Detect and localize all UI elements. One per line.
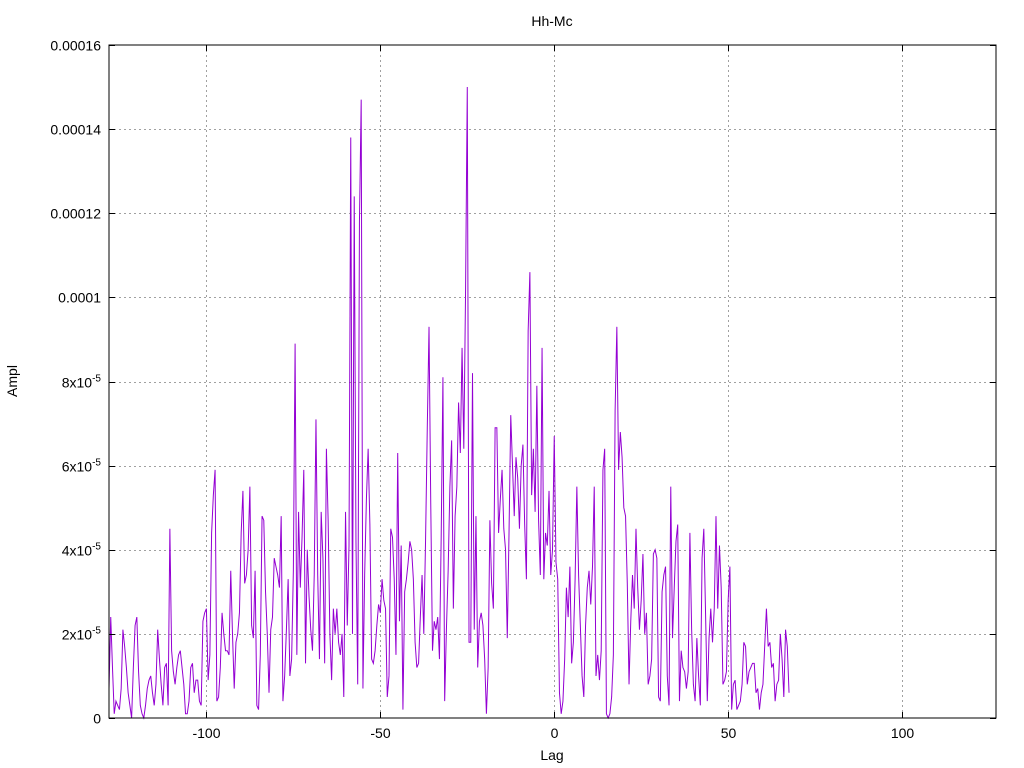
x-tick-label: 50 — [721, 725, 737, 741]
y-tick-label: 0.0001 — [58, 290, 101, 306]
x-tick-label: 100 — [891, 725, 915, 741]
series-line — [108, 87, 790, 720]
y-tick-label: 8x10-5 — [62, 374, 102, 391]
series-layer — [108, 87, 790, 720]
y-tick-label: 0.00012 — [50, 206, 101, 222]
y-tick-label: 6x10-5 — [62, 458, 102, 475]
y-tick-label: 4x10-5 — [62, 542, 102, 559]
plot-frame — [108, 44, 997, 719]
chart-title: Hh-Mc — [531, 13, 572, 29]
y-tick-label: 0.00016 — [50, 38, 101, 54]
x-tick-label: -100 — [192, 725, 220, 741]
chart: -100 -50 0 50 100 0 2x10-5 4x10-5 6x10-5 8x10-5 0.… — [4, 13, 997, 763]
grid-lines — [109, 45, 996, 718]
x-tick-label: 0 — [551, 725, 559, 741]
y-tick-label: 0.00014 — [50, 122, 101, 138]
axis-ticks: -100 -50 0 50 100 0 2x10-5 4x10-5 6x10-5 8x10-5 0.… — [50, 38, 996, 741]
x-axis-label: Lag — [540, 747, 563, 763]
y-axis-label: Ampl — [4, 365, 20, 397]
x-tick-label: -50 — [370, 725, 390, 741]
y-tick-label: 2x10-5 — [62, 626, 102, 643]
y-tick-label: 0 — [93, 711, 101, 727]
